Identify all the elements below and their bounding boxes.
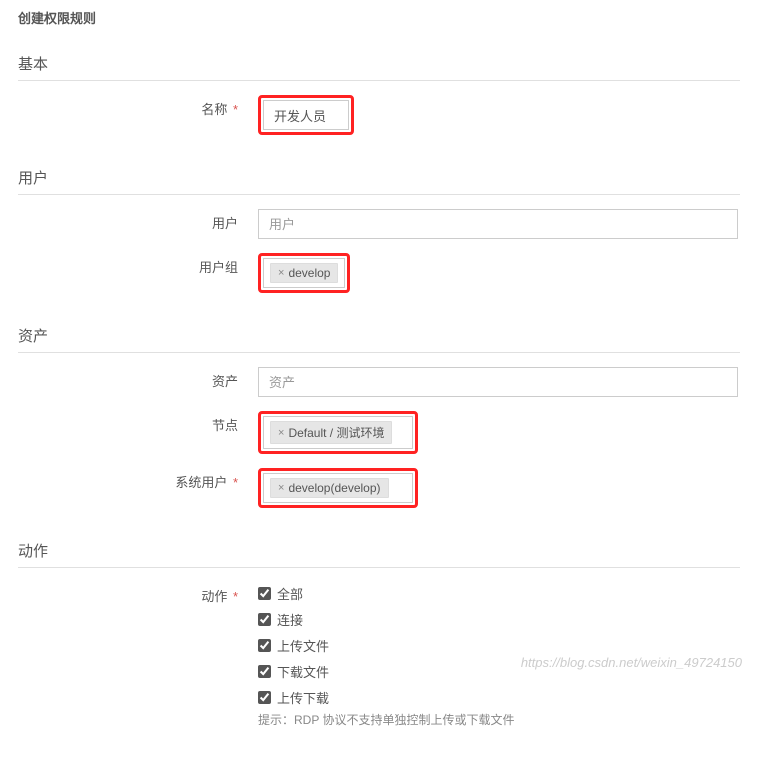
input-asset[interactable] [258, 367, 738, 397]
tag-sysuser[interactable]: × develop(develop) [270, 478, 389, 498]
section-asset-header: 资产 [18, 307, 740, 353]
row-sysuser: 系统用户 * × develop(develop) [18, 468, 740, 508]
row-action: 动作 * 全部 连接 上传文件 下载文件 [18, 582, 740, 728]
action-help-text: 提示：RDP 协议不支持单独控制上传或下载文件 [258, 711, 738, 728]
highlight-node: × Default / 测试环境 [258, 411, 418, 454]
section-basic-header: 基本 [18, 35, 740, 81]
close-icon[interactable]: × [278, 267, 284, 279]
label-name: 名称 * [20, 95, 258, 118]
section-user-header: 用户 [18, 149, 740, 195]
select-usergroup[interactable]: × develop [263, 258, 345, 288]
page-title: 创建权限规则 [0, 0, 758, 35]
tag-node[interactable]: × Default / 测试环境 [270, 421, 392, 444]
input-name[interactable] [263, 100, 349, 130]
checkbox-connect[interactable]: 连接 [258, 610, 738, 629]
label-node: 节点 [20, 411, 258, 434]
label-sysuser: 系统用户 * [20, 468, 258, 491]
checkbox-input-download[interactable] [258, 665, 271, 678]
checkbox-input-upload[interactable] [258, 639, 271, 652]
close-icon[interactable]: × [278, 427, 284, 439]
section-action-header: 动作 [18, 522, 740, 568]
label-usergroup: 用户组 [20, 253, 258, 276]
close-icon[interactable]: × [278, 482, 284, 494]
highlight-usergroup: × develop [258, 253, 350, 293]
action-checkbox-list: 全部 连接 上传文件 下载文件 上传下载 [258, 582, 738, 707]
permission-form: 基本 名称 * 用户 用户 用户组 × develop [0, 35, 758, 762]
highlight-name [258, 95, 354, 135]
row-usergroup: 用户组 × develop [18, 253, 740, 293]
label-user: 用户 [20, 209, 258, 232]
select-node[interactable]: × Default / 测试环境 [263, 416, 413, 449]
label-action: 动作 * [20, 582, 258, 605]
label-asset: 资产 [20, 367, 258, 390]
checkbox-upload[interactable]: 上传文件 [258, 636, 738, 655]
tag-usergroup[interactable]: × develop [270, 263, 338, 283]
row-asset: 资产 [18, 367, 740, 397]
highlight-sysuser: × develop(develop) [258, 468, 418, 508]
row-user: 用户 [18, 209, 740, 239]
row-name: 名称 * [18, 95, 740, 135]
input-user[interactable] [258, 209, 738, 239]
checkbox-input-connect[interactable] [258, 613, 271, 626]
select-sysuser[interactable]: × develop(develop) [263, 473, 413, 503]
checkbox-input-updown[interactable] [258, 691, 271, 704]
checkbox-input-all[interactable] [258, 587, 271, 600]
checkbox-download[interactable]: 下载文件 [258, 662, 738, 681]
row-node: 节点 × Default / 测试环境 [18, 411, 740, 454]
checkbox-all[interactable]: 全部 [258, 584, 738, 603]
checkbox-updown[interactable]: 上传下载 [258, 688, 738, 707]
